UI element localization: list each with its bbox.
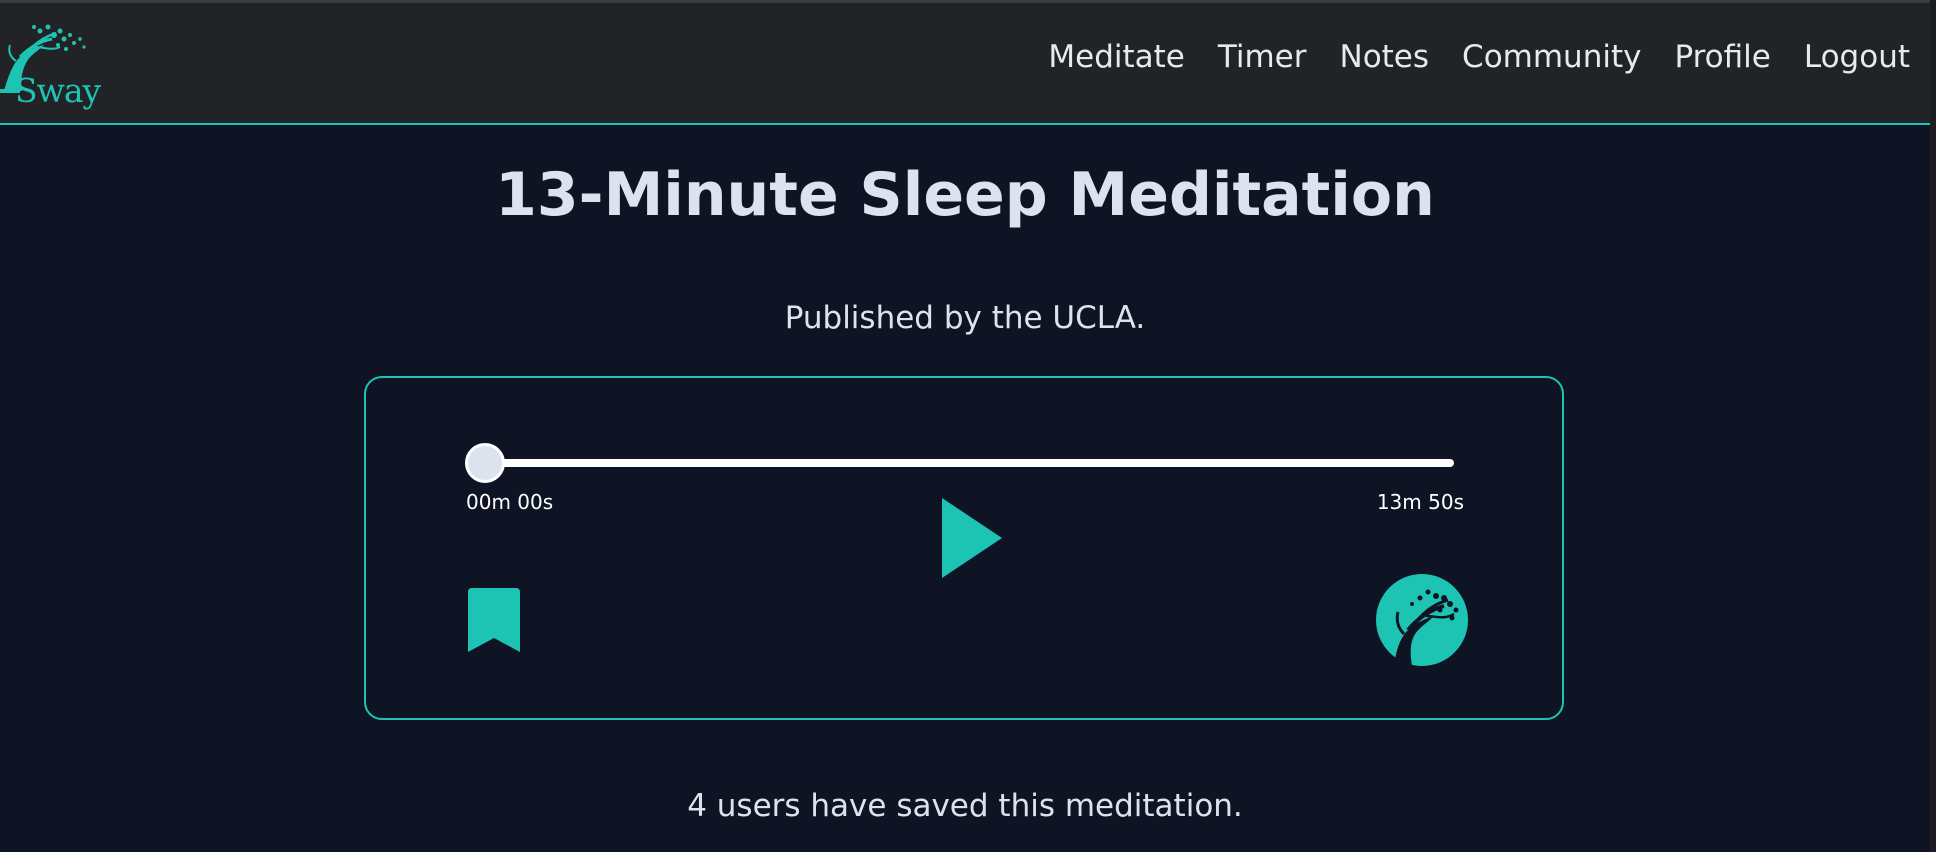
- bookmark-button[interactable]: [468, 588, 520, 654]
- main-nav: Meditate Timer Notes Community Profile L…: [1015, 39, 1910, 75]
- page-title: 13-Minute Sleep Meditation: [495, 160, 1435, 230]
- play-button[interactable]: [940, 496, 1004, 580]
- top-navbar: Sway Meditate Timer Notes Community Prof…: [0, 0, 1930, 125]
- nav-timer[interactable]: Timer: [1218, 39, 1307, 75]
- saved-count-text: 4 users have saved this meditation.: [687, 788, 1243, 824]
- publisher-text: Published by the UCLA.: [784, 300, 1146, 336]
- nav-meditate[interactable]: Meditate: [1048, 39, 1185, 75]
- progress-thumb[interactable]: [465, 443, 505, 483]
- tree-badge-icon: [1376, 574, 1468, 666]
- sway-logo[interactable]: Sway: [0, 17, 101, 110]
- tree-badge: [1376, 574, 1468, 666]
- nav-profile[interactable]: Profile: [1674, 39, 1770, 75]
- play-icon: [942, 498, 1002, 578]
- nav-community[interactable]: Community: [1462, 39, 1641, 75]
- bookmark-icon: [468, 588, 520, 652]
- nav-notes[interactable]: Notes: [1340, 39, 1430, 75]
- window-edge: [1930, 0, 1936, 852]
- audio-player: 00m 00s 13m 50s: [364, 376, 1564, 720]
- nav-logout[interactable]: Logout: [1804, 39, 1910, 75]
- progress-track[interactable]: [466, 459, 1454, 467]
- brand-name: Sway: [15, 71, 101, 110]
- duration-time: 13m 50s: [1376, 490, 1464, 514]
- current-time: 00m 00s: [466, 490, 554, 514]
